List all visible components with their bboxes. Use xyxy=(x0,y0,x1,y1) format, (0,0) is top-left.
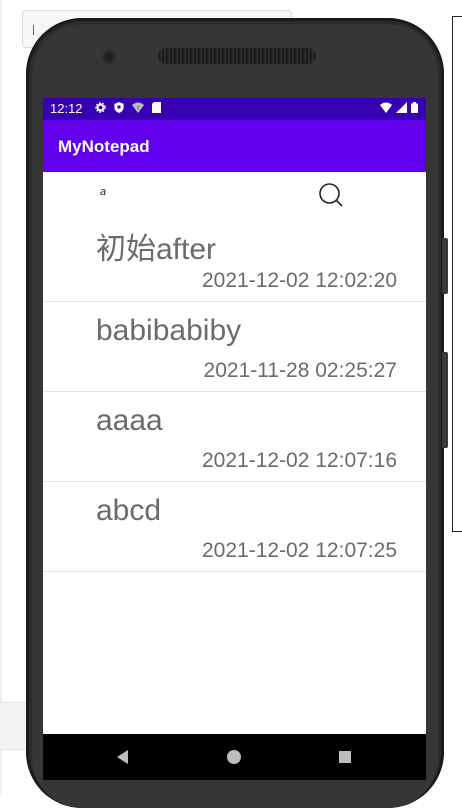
wifi-icon xyxy=(380,102,392,113)
volume-button[interactable] xyxy=(442,238,448,294)
note-date: 2021-11-28 02:25:27 xyxy=(203,359,397,382)
background-edge xyxy=(0,0,2,796)
status-icons-left: ? xyxy=(95,102,161,113)
background-panel xyxy=(452,16,462,532)
note-date: 2021-12-02 12:07:16 xyxy=(202,449,397,472)
svg-text:?: ? xyxy=(137,106,140,112)
back-icon[interactable] xyxy=(117,750,128,764)
list-item[interactable]: aaaa 2021-12-02 12:07:16 xyxy=(43,392,426,482)
navigation-bar xyxy=(43,734,426,780)
note-title: 初始after xyxy=(96,233,217,266)
app-title: MyNotepad xyxy=(58,137,150,156)
list-item[interactable]: abcd 2021-12-02 12:07:25 xyxy=(43,482,426,572)
search-bar[interactable]: a xyxy=(43,172,426,212)
note-date: 2021-12-02 12:07:25 xyxy=(202,539,397,562)
wifi-question-icon: ? xyxy=(132,102,144,113)
camera-icon xyxy=(104,52,114,62)
search-icon[interactable] xyxy=(318,182,344,208)
status-bar: 12:12 ? xyxy=(43,98,426,120)
home-icon[interactable] xyxy=(227,750,241,764)
search-input[interactable]: a xyxy=(100,186,106,198)
note-title: aaaa xyxy=(96,404,163,437)
note-date: 2021-12-02 12:02:20 xyxy=(202,269,397,292)
signal-icon xyxy=(396,102,407,113)
settings-gear-icon xyxy=(95,102,106,113)
list-item[interactable]: 初始after 2021-12-02 12:02:20 xyxy=(43,212,426,302)
app-bar: MyNotepad xyxy=(43,120,426,172)
device-screen: 12:12 ? MyNotepad a 初始after 2021-12-02 1… xyxy=(43,98,426,734)
status-time: 12:12 xyxy=(50,101,83,116)
battery-icon xyxy=(411,102,418,113)
speaker-grille xyxy=(158,48,316,64)
recents-icon[interactable] xyxy=(339,751,351,763)
shield-icon xyxy=(114,102,124,113)
power-button[interactable] xyxy=(442,352,448,448)
list-item[interactable]: babibabiby 2021-11-28 02:25:27 xyxy=(43,302,426,392)
status-icons-right xyxy=(380,102,418,113)
sd-card-icon xyxy=(152,102,161,113)
note-title: abcd xyxy=(96,494,162,527)
notes-list: 初始after 2021-12-02 12:02:20 babibabiby 2… xyxy=(43,212,426,572)
note-title: babibabiby xyxy=(96,314,242,347)
